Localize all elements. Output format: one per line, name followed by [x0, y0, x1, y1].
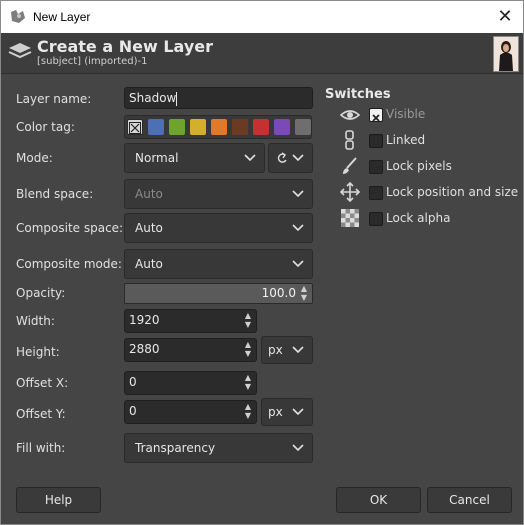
composite-mode-label: Composite mode:	[16, 257, 122, 271]
opacity-label: Opacity:	[16, 286, 66, 300]
chevron-down-icon	[244, 154, 256, 162]
lock-pixels-label: Lock pixels	[386, 159, 452, 173]
no-color-icon	[129, 122, 141, 134]
mode-group-dropdown[interactable]	[268, 143, 313, 173]
switches-heading: Switches	[325, 87, 391, 102]
help-button[interactable]: Help	[16, 487, 101, 513]
paintbrush-icon	[343, 157, 357, 174]
color-tag-green[interactable]	[169, 119, 185, 135]
chevron-down-icon	[292, 260, 304, 268]
mode-dropdown[interactable]: Normal	[124, 143, 265, 173]
offset-y-input[interactable]: 0 ▲ ▼	[124, 400, 257, 424]
close-button[interactable]: ✕	[495, 7, 515, 27]
text-cursor	[176, 91, 178, 106]
opacity-slider[interactable]: 100.0 ▲ ▼	[124, 283, 313, 304]
offset-y-spinner[interactable]: ▲ ▼	[242, 402, 254, 422]
size-unit-dropdown[interactable]: px	[261, 336, 313, 364]
layer-stack-icon	[8, 43, 32, 59]
offset-y-value: 0	[129, 404, 137, 418]
lock-pixels-checkbox[interactable]	[369, 160, 383, 174]
mode-value: Normal	[135, 151, 179, 165]
fill-with-dropdown[interactable]: Transparency	[124, 433, 313, 463]
height-spinner[interactable]: ▲ ▼	[242, 340, 254, 360]
layer-name-label: Layer name:	[16, 92, 92, 106]
color-tag-brown[interactable]	[232, 119, 248, 135]
offset-unit-value: px	[268, 405, 283, 419]
new-layer-dialog: New Layer ✕ Create a New Layer [subject]…	[0, 0, 524, 525]
cancel-button[interactable]: Cancel	[427, 487, 512, 513]
height-input[interactable]: 2880 ▲ ▼	[124, 338, 257, 362]
color-tag-blue[interactable]	[148, 119, 164, 135]
width-spinner[interactable]: ▲ ▼	[242, 311, 254, 331]
composite-mode-dropdown[interactable]: Auto	[124, 249, 313, 279]
fill-with-label: Fill with:	[16, 441, 66, 455]
checkerboard-icon	[341, 209, 359, 227]
visible-label: Visible	[386, 107, 426, 121]
chevron-down-icon	[292, 154, 304, 162]
window-title: New Layer	[33, 10, 91, 24]
linked-label: Linked	[386, 133, 426, 147]
gimp-app-icon	[11, 10, 25, 23]
width-value: 1920	[129, 313, 160, 327]
lock-alpha-label: Lock alpha	[386, 211, 451, 225]
color-tag-none[interactable]	[127, 119, 143, 135]
blend-space-label: Blend space:	[16, 187, 94, 201]
chevron-down-icon	[292, 190, 304, 198]
blend-space-value: Auto	[135, 187, 163, 201]
offset-x-value: 0	[129, 375, 137, 389]
image-name: [subject] (imported)-1	[37, 56, 148, 67]
color-tag-label: Color tag:	[16, 120, 75, 134]
move-icon	[339, 182, 361, 202]
dialog-header: Create a New Layer [subject] (imported)-…	[1, 33, 523, 74]
lock-position-label: Lock position and size	[386, 185, 519, 199]
height-value: 2880	[129, 342, 160, 356]
visible-checkbox[interactable]	[369, 108, 383, 122]
offset-x-label: Offset X:	[16, 376, 69, 390]
chevron-down-icon	[292, 444, 304, 452]
blend-space-dropdown[interactable]: Auto	[124, 179, 313, 209]
height-label: Height:	[16, 345, 60, 359]
chevron-down-icon	[292, 346, 304, 354]
width-input[interactable]: 1920 ▲ ▼	[124, 309, 257, 333]
fill-with-value: Transparency	[135, 441, 216, 455]
width-label: Width:	[16, 314, 55, 328]
size-unit-value: px	[268, 343, 283, 357]
image-thumbnail	[493, 36, 519, 72]
chevron-down-icon	[292, 408, 304, 416]
reset-arrow-icon	[277, 152, 287, 163]
offset-y-label: Offset Y:	[16, 407, 66, 421]
offset-x-input[interactable]: 0 ▲ ▼	[124, 371, 257, 395]
opacity-spinner[interactable]: ▲ ▼	[298, 284, 310, 304]
layer-name-input[interactable]: Shadow	[124, 87, 313, 109]
lock-position-checkbox[interactable]	[369, 186, 383, 200]
composite-space-label: Composite space:	[16, 221, 124, 235]
linked-checkbox[interactable]	[369, 134, 383, 148]
composite-mode-value: Auto	[135, 257, 163, 271]
person-silhouette-icon	[494, 37, 518, 71]
lock-alpha-checkbox[interactable]	[369, 212, 383, 226]
eye-icon	[339, 110, 361, 120]
dialog-heading: Create a New Layer	[37, 37, 213, 56]
layer-name-value: Shadow	[129, 91, 177, 105]
color-tag-orange[interactable]	[211, 119, 227, 135]
color-tag-red[interactable]	[253, 119, 269, 135]
composite-space-dropdown[interactable]: Auto	[124, 213, 313, 243]
offset-x-spinner[interactable]: ▲ ▼	[242, 373, 254, 393]
chain-icon	[345, 130, 354, 150]
offset-unit-dropdown[interactable]: px	[261, 398, 313, 426]
chevron-down-icon	[292, 224, 304, 232]
mode-label: Mode:	[16, 151, 53, 165]
opacity-value: 100.0	[261, 286, 296, 300]
title-bar: New Layer ✕	[1, 1, 523, 33]
ok-button[interactable]: OK	[336, 487, 421, 513]
composite-space-value: Auto	[135, 221, 163, 235]
color-tag-yellow[interactable]	[190, 119, 206, 135]
color-tag-gray[interactable]	[295, 119, 311, 135]
color-tag-violet[interactable]	[274, 119, 290, 135]
checkmark-icon	[372, 114, 380, 122]
